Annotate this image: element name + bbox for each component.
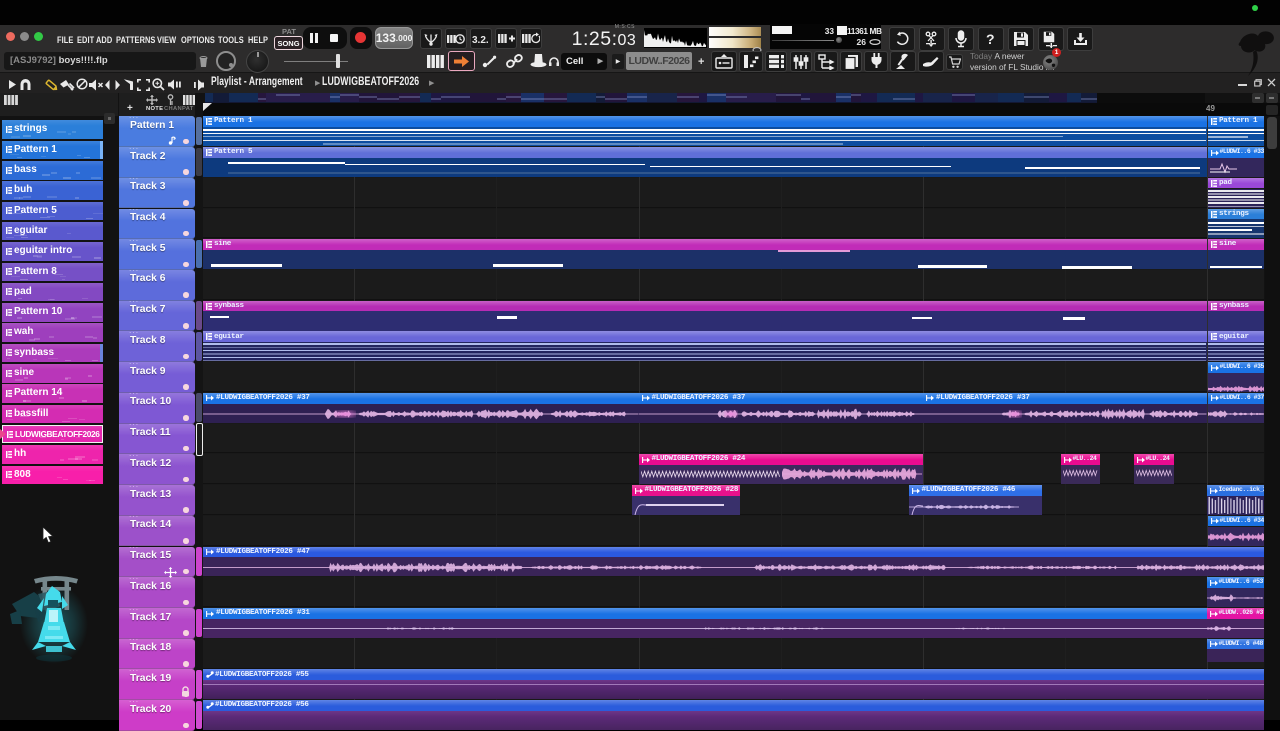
svg-text:?: ? xyxy=(986,31,995,47)
svg-text:3.2.: 3.2. xyxy=(472,35,489,45)
